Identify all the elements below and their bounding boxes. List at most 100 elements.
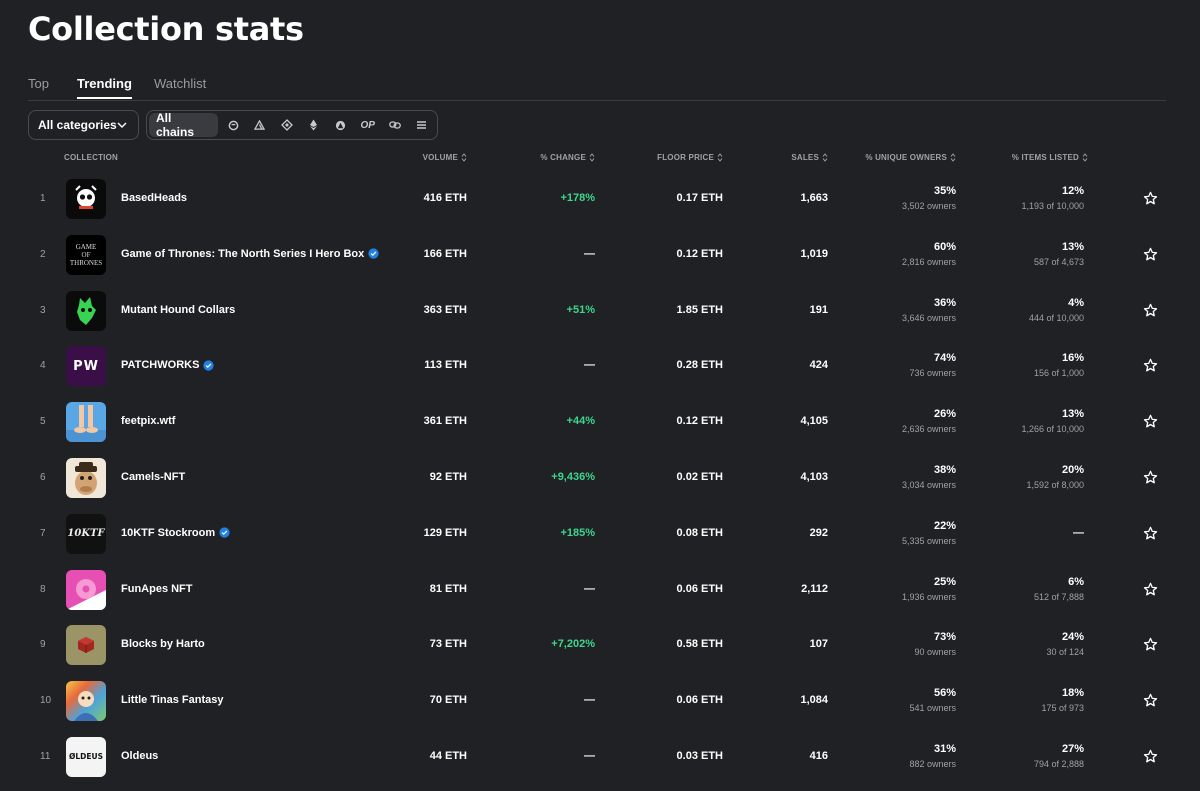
arbitrum-chain-button[interactable] [246,113,273,137]
bnb-chain-button[interactable] [273,113,300,137]
items-listed-count: 30 of 124 [1046,647,1084,658]
solana-chain-button[interactable] [220,113,247,137]
hound-icon[interactable] [66,290,106,331]
donut-icon[interactable] [66,569,106,610]
collection-name[interactable]: 10KTF Stockroom [121,527,230,539]
tab-watchlist[interactable]: Watchlist [154,76,206,97]
optimism-chain-button[interactable]: OP [354,113,381,137]
items-listed-count: 444 of 10,000 [1028,312,1084,323]
collection-name[interactable]: Oldeus [121,750,158,762]
collection-name[interactable]: PATCHWORKS [121,359,215,371]
items-listed-count: 1,266 of 10,000 [1021,424,1084,435]
table-row[interactable]: 8 FunApes NFT 81 ETH — 0.06 ETH 2,112 25% 1,936… [0,562,1200,618]
table-row[interactable]: 9 Blocks by Harto 73 ETH +7,202% 0.58 ETH 107… [0,617,1200,673]
collection-name[interactable]: FunApes NFT [121,583,193,595]
change-value: +178% [560,192,595,204]
more-chains-button[interactable] [408,113,435,137]
link-chain-button[interactable] [381,113,408,137]
skull-icon[interactable] [66,179,106,219]
watchlist-star-icon[interactable] [1143,358,1158,373]
items-listed-pct: 20% [1061,463,1084,476]
items-listed-count: 1,193 of 10,000 [1021,201,1084,211]
collection-name[interactable]: feetpix.wtf [121,415,175,427]
avalanche-chain-button[interactable] [327,113,354,137]
floor-price-value: 0.06 ETH [676,694,723,707]
watchlist-star-icon[interactable] [1143,414,1158,429]
unique-owners-pct: 31% [933,742,956,755]
unique-owners-count: 5,335 owners [901,535,956,546]
table-row[interactable]: 3 Mutant Hound Collars 363 ETH +51% 1.85 ETH… [0,283,1200,339]
header-change[interactable]: % CHANGE [540,153,595,162]
pw-logo-icon[interactable]: PW [66,346,106,387]
category-dropdown[interactable]: All categories [28,110,139,140]
ethereum-chain-button[interactable] [300,113,327,137]
watchlist-star-icon[interactable] [1143,693,1158,708]
collection-name[interactable]: Game of Thrones: The North Series I Hero… [121,248,379,260]
all-chains-button[interactable]: All chains [149,111,218,139]
watchlist-star-icon[interactable] [1143,637,1158,652]
volume-value: 363 ETH [423,303,467,316]
got-logo-icon[interactable]: GAME OF THRONES [66,234,106,275]
page-title: Collection stats [28,10,304,48]
unique-owners-pct: 38% [933,463,956,476]
collection-table-body: 1 BasedHeads 416 ETH +178% 0.17 ETH 1,663 35% 3… [0,171,1200,785]
change-value: +44% [566,415,595,428]
collection-name-label: Little Tinas Fantasy [121,694,224,707]
header-unique-owners[interactable]: % UNIQUE OWNERS [865,153,956,162]
tab-top[interactable]: Top [28,76,49,97]
sort-icon [589,153,595,162]
floor-price-value: 0.28 ETH [676,359,723,372]
table-row[interactable]: 6 Camels-NFT 92 ETH +9,436% 0.02 ETH 4,103 38%… [0,450,1200,506]
sales-value: 424 [809,359,828,372]
oldeus-logo-icon[interactable]: ØLDEUS [66,736,106,777]
collection-name-label: feetpix.wtf [121,415,176,428]
change-value: +185% [560,526,595,539]
watchlist-star-icon[interactable] [1143,582,1158,597]
table-row[interactable]: 10 Little Tinas Fantasy 70 ETH — 0.06 ETH 1,0… [0,673,1200,729]
collection-name[interactable]: Camels-NFT [121,471,185,483]
watchlist-star-icon[interactable] [1143,749,1158,764]
unique-owners-count: 2,816 owners [901,256,956,267]
volume-value: 44 ETH [429,749,467,762]
floor-price-value: 0.12 ETH [676,415,723,428]
watchlist-star-icon[interactable] [1143,303,1158,318]
table-row[interactable]: 2 GAME OF THRONES Game of Thrones: The North… [0,227,1200,283]
watchlist-star-icon[interactable] [1143,191,1158,206]
fantasy-art-icon[interactable] [66,681,106,722]
header-listed-label: % ITEMS LISTED [1011,153,1079,162]
collection-name-label: Game of Thrones: The North Series I Hero… [121,247,365,260]
unique-owners-count: 541 owners [909,703,956,714]
unique-owners-count: 3,646 owners [901,312,956,323]
floor-price-value: 0.17 ETH [676,192,723,204]
collection-name[interactable]: Blocks by Harto [121,638,205,650]
header-floor-price[interactable]: FLOOR PRICE [657,153,723,162]
cube-icon[interactable] [66,625,106,666]
table-row[interactable]: 5 feetpix.wtf 361 ETH +44% 0.12 ETH 4,105 26% 2… [0,394,1200,450]
change-value: +7,202% [551,638,595,651]
change-value: — [584,694,595,707]
collection-name[interactable]: Mutant Hound Collars [121,304,235,316]
feet-icon[interactable] [66,402,106,443]
volume-value: 416 ETH [423,192,467,204]
10ktf-logo-icon[interactable]: 10KTF [66,513,106,554]
items-listed-pct: 12% [1061,185,1084,197]
header-volume[interactable]: VOLUME [423,153,467,162]
collection-name[interactable]: Little Tinas Fantasy [121,694,224,706]
camel-icon[interactable] [66,457,106,498]
sort-icon [717,153,723,162]
header-sales[interactable]: SALES [791,153,828,162]
collection-name[interactable]: BasedHeads [121,192,187,204]
watchlist-star-icon[interactable] [1143,470,1158,485]
sales-value: 4,105 [800,415,828,428]
table-row[interactable]: 4 PW PATCHWORKS 113 ETH — 0.28 ETH 424 74% 736 o… [0,338,1200,394]
sales-value: 4,103 [800,470,828,483]
table-row[interactable]: 1 BasedHeads 416 ETH +178% 0.17 ETH 1,663 35% 3… [0,171,1200,227]
watchlist-star-icon[interactable] [1143,247,1158,262]
table-row[interactable]: 11 ØLDEUS Oldeus 44 ETH — 0.03 ETH 416 31% 882 o… [0,729,1200,785]
header-owners-label: % UNIQUE OWNERS [865,153,947,162]
header-items-listed[interactable]: % ITEMS LISTED [1012,153,1088,162]
table-row[interactable]: 7 10KTF 10KTF Stockroom 129 ETH +185% 0.08 ET… [0,506,1200,562]
row-rank: 7 [40,527,46,539]
watchlist-star-icon[interactable] [1143,526,1158,541]
tab-trending[interactable]: Trending [77,76,132,99]
